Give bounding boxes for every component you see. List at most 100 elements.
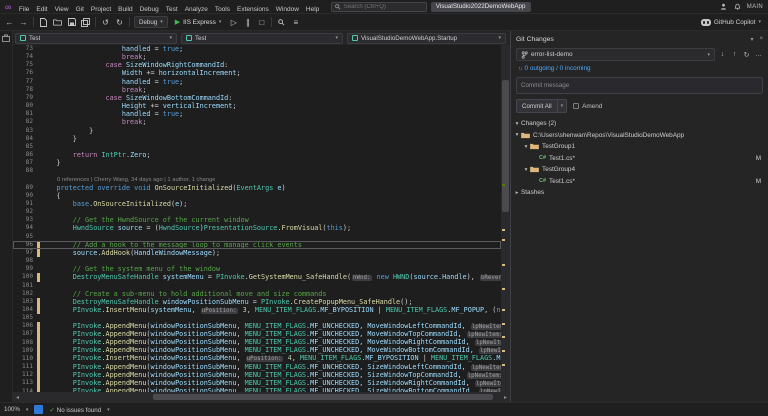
code-line-90[interactable]: 90 {: [13, 192, 501, 200]
code-line-82[interactable]: 82 break;: [13, 118, 501, 126]
checkbox[interactable]: [573, 103, 580, 109]
line-number[interactable]: 95: [13, 233, 37, 241]
line-number[interactable]: 111: [13, 363, 37, 371]
commit-message-input[interactable]: [517, 78, 762, 93]
code-line-85[interactable]: 85: [13, 143, 501, 151]
line-number[interactable]: 74: [13, 53, 37, 61]
navigate-forward-icon[interactable]: →: [18, 16, 29, 28]
line-number[interactable]: 82: [13, 118, 37, 126]
nav-dropdown-member[interactable]: VisualStudioDemoWebApp.Startup ▾: [347, 32, 507, 44]
line-number[interactable]: 107: [13, 330, 37, 338]
menu-view[interactable]: View: [51, 6, 72, 13]
line-number[interactable]: 75: [13, 61, 37, 69]
line-number[interactable]: 85: [13, 143, 37, 151]
code-line-91[interactable]: 91 base.OnSourceInitialized(e);: [13, 200, 501, 208]
window-position-icon[interactable]: ▾: [750, 36, 753, 43]
line-number[interactable]: 113: [13, 379, 37, 387]
code-line-93[interactable]: 93 // Get the HwndSource of the current …: [13, 216, 501, 224]
code-editor[interactable]: 73 handled = true; 74 break; 75 case SizeW…: [13, 45, 501, 392]
line-number[interactable]: 73: [13, 45, 37, 53]
line-number[interactable]: 88: [13, 167, 37, 175]
scroll-left-icon[interactable]: ◂: [13, 394, 22, 401]
menu-edit[interactable]: Edit: [33, 6, 51, 13]
line-number[interactable]: 77: [13, 78, 37, 86]
close-icon[interactable]: ×: [759, 36, 763, 43]
code-line-95[interactable]: 95: [13, 233, 501, 241]
vertical-scrollbar[interactable]: [501, 45, 510, 392]
line-number[interactable]: 76: [13, 69, 37, 77]
zoom-level[interactable]: 100%: [4, 406, 20, 413]
line-number[interactable]: 99: [13, 265, 37, 273]
menu-window[interactable]: Window: [272, 6, 302, 13]
search-input[interactable]: [343, 3, 423, 10]
git-tree-item-repo[interactable]: ▾ C:\Users\shenwan\Repos\VisualStudioDemo…: [511, 130, 768, 142]
git-tree-item-folder[interactable]: ▾ TestGroup1: [511, 141, 768, 153]
menu-file[interactable]: File: [15, 6, 32, 13]
git-tree-item-file[interactable]: C# Test1.cs* M: [511, 176, 768, 188]
issues-status[interactable]: ✓ No issues found: [49, 406, 101, 414]
push-icon[interactable]: ↑: [730, 50, 739, 59]
line-number[interactable]: 90: [13, 192, 37, 200]
line-number[interactable]: 100: [13, 273, 37, 281]
menu-project[interactable]: Project: [87, 6, 114, 13]
solution-configuration-dropdown[interactable]: Debug ▾: [134, 16, 168, 28]
nav-dropdown-type[interactable]: Test ▾: [181, 32, 343, 44]
open-folder-icon[interactable]: [52, 16, 63, 28]
menu-help[interactable]: Help: [302, 6, 322, 13]
line-number[interactable]: 89: [13, 184, 37, 192]
refresh-icon[interactable]: ↻: [742, 50, 751, 59]
code-line-97[interactable]: 97 source.AddHook(HandleWindowMessage);: [13, 248, 501, 258]
code-line-81[interactable]: 81 handled = true;: [13, 110, 501, 118]
github-copilot-badge[interactable]: GitHub Copilot ▾: [700, 18, 764, 26]
menu-analyze[interactable]: Analyze: [181, 6, 211, 13]
navigate-back-icon[interactable]: ←: [4, 16, 15, 28]
code-line-94[interactable]: 94 HwndSource source = (HwndSource)Prese…: [13, 224, 501, 232]
code-line-80[interactable]: 80 Height += verticalIncrement;: [13, 102, 501, 110]
line-number[interactable]: 96: [13, 241, 37, 249]
line-number[interactable]: 78: [13, 86, 37, 94]
code-line-77[interactable]: 77 handled = true;: [13, 78, 501, 86]
line-number[interactable]: 106: [13, 322, 37, 330]
solution-name-badge[interactable]: VisualStudio2022DemoWebApp: [430, 1, 531, 12]
line-number[interactable]: 83: [13, 127, 37, 135]
save-all-icon[interactable]: [80, 16, 91, 28]
code-line-102[interactable]: 102 // Create a sub-menu to hold additio…: [13, 290, 501, 298]
line-number[interactable]: 103: [13, 298, 37, 306]
line-number[interactable]: 104: [13, 306, 37, 314]
amend-checkbox[interactable]: Amend: [573, 103, 602, 110]
line-number[interactable]: 92: [13, 208, 37, 216]
code-line-88[interactable]: 88: [13, 167, 501, 175]
code-line-89[interactable]: 89 protected override void OnSourceIniti…: [13, 184, 501, 192]
commit-message-box[interactable]: [516, 77, 763, 94]
changes-group-header[interactable]: ▾ Changes (2): [511, 118, 768, 130]
menu-debug[interactable]: Debug: [136, 6, 162, 13]
code-line-100[interactable]: 100 DestroyMenuSafeHandle systemMenu = P…: [13, 273, 501, 282]
nav-dropdown-project[interactable]: Test ▾: [15, 32, 177, 44]
line-number[interactable]: 108: [13, 339, 37, 347]
code-line-75[interactable]: 75 case SizeWindowRightCommandId:: [13, 61, 501, 69]
line-number[interactable]: 102: [13, 290, 37, 298]
stashes-group-header[interactable]: ▸ Stashes: [511, 187, 768, 199]
line-number[interactable]: 101: [13, 282, 37, 290]
code-line-104[interactable]: 104 PInvoke.InsertMenu(systemMenu, uPosi…: [13, 306, 501, 315]
toolbox-icon[interactable]: [2, 34, 10, 42]
line-number[interactable]: 94: [13, 224, 37, 232]
menu-build[interactable]: Build: [115, 6, 136, 13]
git-tree-item-file[interactable]: C# Test1.cs* M: [511, 153, 768, 165]
line-number[interactable]: 81: [13, 110, 37, 118]
codelens-row[interactable]: 0 references | Cherry Wang, 34 days ago …: [13, 176, 501, 184]
menu-extensions[interactable]: Extensions: [234, 6, 273, 13]
person-icon[interactable]: [719, 2, 728, 11]
line-number[interactable]: 87: [13, 159, 37, 167]
scrollbar-thumb[interactable]: [502, 79, 509, 212]
start-without-debugging-icon[interactable]: ▷: [228, 16, 239, 28]
code-line-92[interactable]: 92: [13, 208, 501, 216]
code-line-96[interactable]: 96 // Add a hook to the message loop to …: [13, 240, 501, 249]
pause-icon[interactable]: ∥: [242, 16, 253, 28]
solution-explorer-icon[interactable]: ≡: [290, 16, 301, 28]
line-number[interactable]: 91: [13, 200, 37, 208]
code-line-78[interactable]: 78 break;: [13, 86, 501, 94]
code-line-87[interactable]: 87 }: [13, 159, 501, 167]
sync-status-link[interactable]: ↑↓ 0 outgoing / 0 incoming: [511, 62, 768, 75]
new-file-icon[interactable]: [38, 16, 49, 28]
